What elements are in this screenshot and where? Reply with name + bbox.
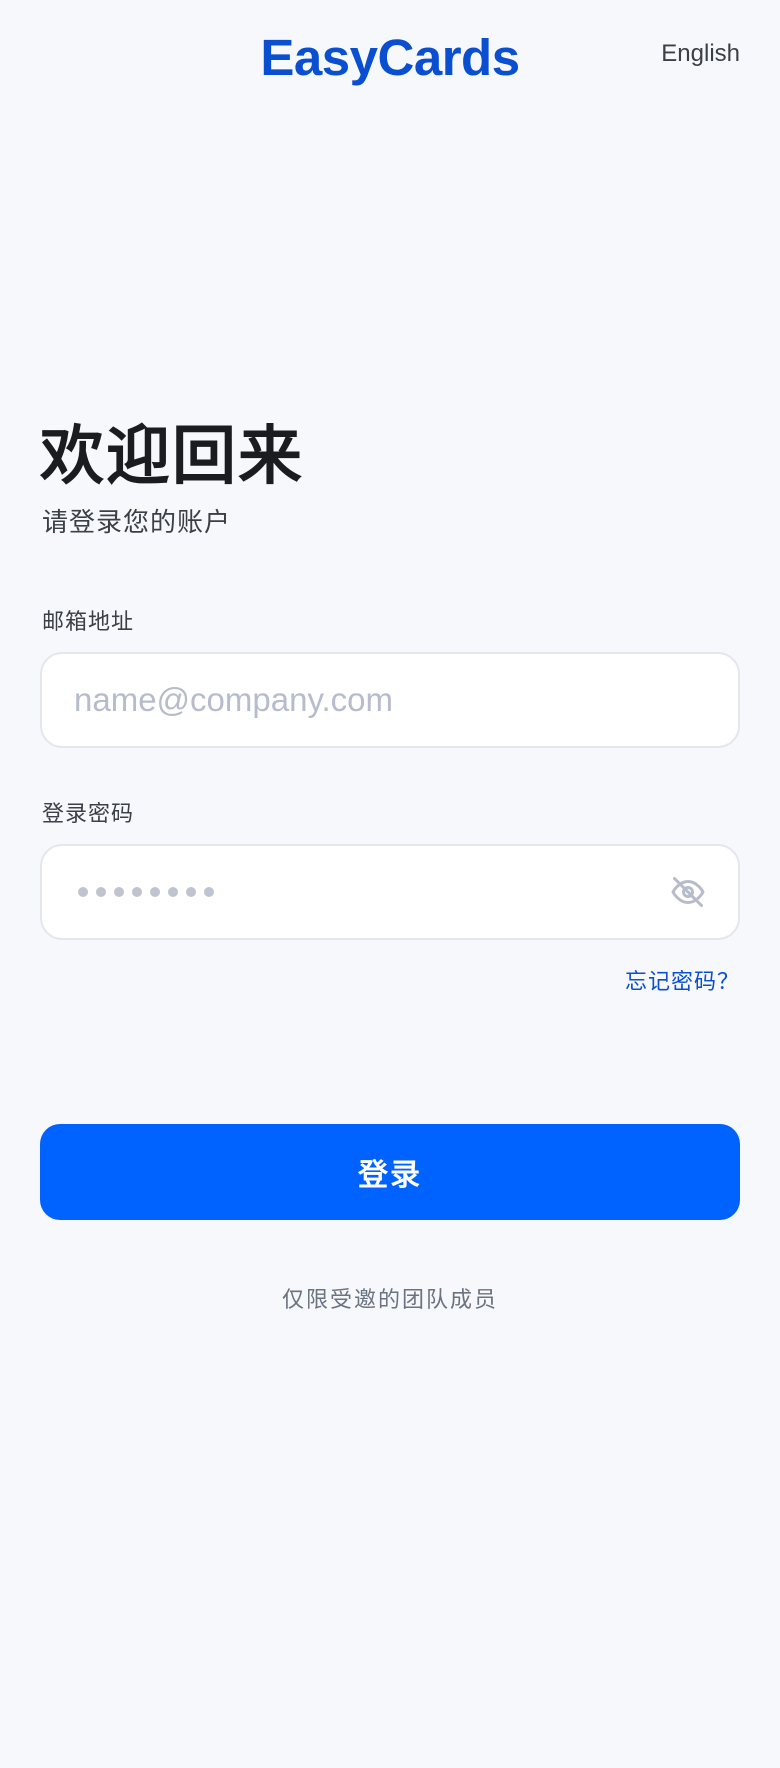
email-field-wrapper <box>40 652 740 748</box>
password-dot <box>114 887 124 897</box>
top-bar: EasyCards English <box>0 0 780 120</box>
invite-only-note: 仅限受邀的团队成员 <box>281 1288 498 1313</box>
email-input[interactable] <box>42 654 738 746</box>
password-dot <box>168 887 178 897</box>
password-dot <box>204 887 214 897</box>
page-title: 欢迎回来 <box>40 420 304 494</box>
login-button[interactable]: 登录 <box>40 1124 740 1220</box>
login-page: EasyCards English 欢迎回来 请登录您的账户 邮箱地址 登录密码… <box>0 0 780 1768</box>
password-dot <box>132 887 142 897</box>
password-label: 登录密码 <box>42 802 135 827</box>
password-field[interactable] <box>40 844 740 940</box>
toggle-password-visibility-button[interactable] <box>668 872 708 912</box>
page-subtitle: 请登录您的账户 <box>42 508 232 538</box>
forgot-password-link[interactable]: 忘记密码？ <box>625 964 740 996</box>
language-switch-link[interactable]: English <box>661 40 740 68</box>
email-label: 邮箱地址 <box>42 610 135 635</box>
password-dot <box>96 887 106 897</box>
password-dot <box>186 887 196 897</box>
password-dot <box>78 887 88 897</box>
password-mask <box>78 846 214 938</box>
password-dot <box>150 887 160 897</box>
eye-off-icon <box>671 877 705 907</box>
